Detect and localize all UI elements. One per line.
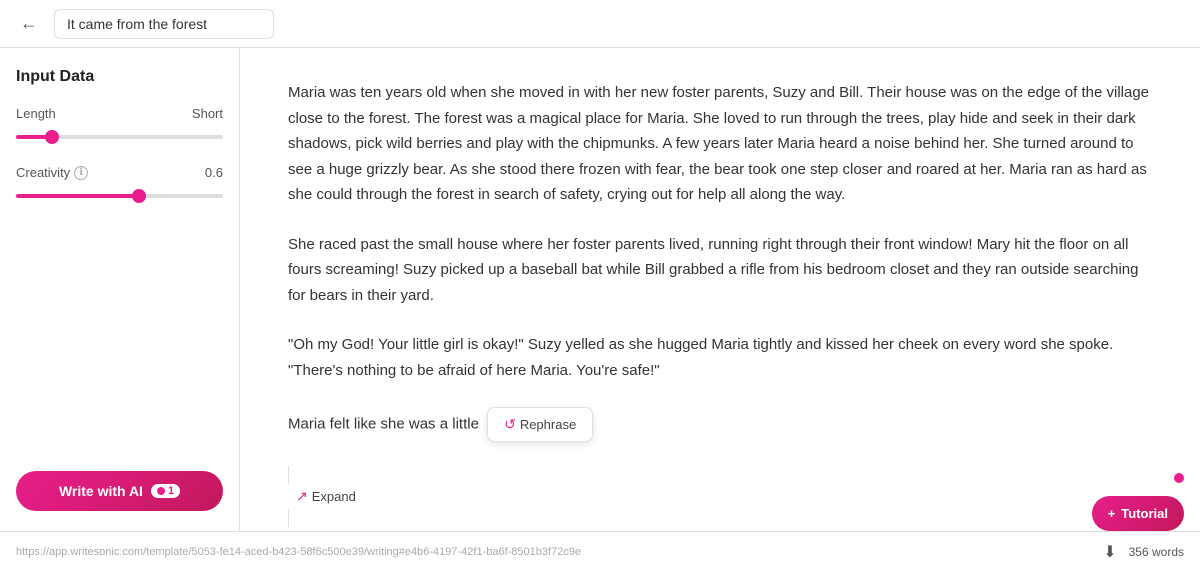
sidebar: Input Data Length Short Creativity ℹ 0.6 — [0, 48, 240, 531]
download-icon[interactable]: ⬇ — [1103, 542, 1116, 562]
creativity-value: 0.6 — [205, 165, 223, 180]
expand-button[interactable]: ↗ Expand — [288, 484, 364, 509]
paragraph-2: She raced past the small house where her… — [288, 232, 1152, 309]
badge-count: 1 — [168, 485, 174, 497]
length-slider-container — [16, 129, 223, 145]
write-btn-badge: 1 — [151, 484, 180, 498]
shorten-button[interactable]: ↙ Shorten — [288, 527, 365, 531]
expand-icon: ↗ — [296, 488, 308, 505]
write-with-ai-button[interactable]: Write with AI 1 — [16, 471, 223, 511]
creativity-info-icon[interactable]: ℹ — [74, 166, 88, 180]
title-input[interactable] — [54, 9, 274, 39]
bottom-bar-url: https://app.writesonic.com/template/5053… — [16, 546, 1095, 558]
tutorial-button[interactable]: + Tutorial — [1092, 496, 1184, 531]
rephrase-icon: ↺ — [504, 416, 516, 433]
length-value: Short — [192, 106, 223, 121]
main-layout: Input Data Length Short Creativity ℹ 0.6 — [0, 48, 1200, 531]
creativity-slider-container — [16, 188, 223, 204]
inline-toolbar: ↺ Rephrase — [487, 407, 593, 442]
input-data-title: Input Data — [16, 68, 223, 86]
creativity-label: Creativity — [16, 165, 70, 180]
creativity-slider[interactable] — [16, 194, 223, 198]
red-dot-indicator — [1174, 473, 1184, 483]
bottom-bar-right: ⬇ 356 words — [1103, 542, 1184, 562]
back-icon: ← — [20, 13, 38, 34]
length-control: Length Short — [16, 106, 223, 145]
paragraph-3: "Oh my God! Your little girl is okay!" S… — [288, 332, 1152, 383]
paragraph-4: Maria felt like she was a little ↺ Rephr… — [288, 407, 1152, 442]
word-count: 356 words — [1129, 545, 1184, 559]
toolbar-divider-2 — [288, 509, 289, 527]
paragraph-4-start: Maria felt like she was a little — [288, 415, 479, 432]
rephrase-button[interactable]: ↺ Rephrase — [496, 412, 584, 437]
top-bar: ← — [0, 0, 1200, 48]
bottom-bar: https://app.writesonic.com/template/5053… — [0, 531, 1200, 571]
back-button[interactable]: ← — [16, 9, 42, 38]
badge-dot — [157, 487, 165, 495]
content-area[interactable]: Maria was ten years old when she moved i… — [240, 48, 1200, 531]
write-btn-label: Write with AI — [59, 483, 143, 499]
creativity-control: Creativity ℹ 0.6 — [16, 165, 223, 204]
creativity-label-row: Creativity ℹ 0.6 — [16, 165, 223, 180]
paragraph-1: Maria was ten years old when she moved i… — [288, 80, 1152, 208]
rephrase-label: Rephrase — [520, 417, 576, 432]
creativity-label-group: Creativity ℹ — [16, 165, 88, 180]
expand-label: Expand — [312, 489, 356, 504]
toolbar-divider-1 — [288, 466, 289, 484]
tutorial-label: Tutorial — [1121, 506, 1168, 521]
length-label: Length — [16, 106, 56, 121]
length-label-row: Length Short — [16, 106, 223, 121]
length-slider[interactable] — [16, 135, 223, 139]
tutorial-plus-icon: + — [1108, 506, 1116, 521]
